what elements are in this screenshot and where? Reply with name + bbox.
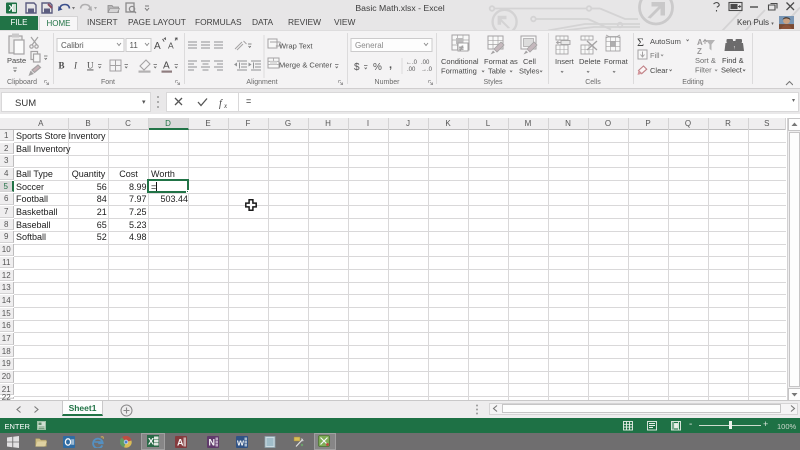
svg-text:Insert: Insert: [555, 57, 575, 66]
svg-text:f: f: [219, 99, 223, 110]
svg-text:B: B: [59, 61, 65, 71]
svg-text:AutoSum: AutoSum: [650, 37, 681, 46]
svg-text:Delete: Delete: [579, 57, 601, 66]
svg-text:Select: Select: [721, 66, 743, 75]
svg-text:U: U: [87, 61, 94, 71]
svg-text:%: %: [373, 62, 382, 73]
svg-text:A: A: [168, 41, 174, 51]
svg-text:A: A: [154, 41, 161, 52]
svg-text:X: X: [148, 437, 154, 447]
svg-text:←.0: ←.0: [406, 60, 418, 66]
svg-text:→.0: →.0: [421, 67, 433, 73]
svg-text:A: A: [163, 61, 170, 72]
svg-text:Z: Z: [697, 47, 702, 56]
svg-text:Wrap Text: Wrap Text: [279, 42, 313, 51]
svg-text:Merge & Center: Merge & Center: [279, 61, 332, 70]
svg-text:.00: .00: [407, 67, 416, 73]
svg-text:General: General: [355, 41, 384, 50]
svg-text:Formatting: Formatting: [441, 67, 477, 76]
svg-text:.00: .00: [421, 60, 430, 66]
svg-text:Fill: Fill: [650, 51, 660, 60]
svg-text:x: x: [223, 102, 228, 110]
svg-text:w: w: [236, 438, 245, 448]
svg-text:Clear: Clear: [650, 66, 668, 75]
svg-text:≠: ≠: [460, 46, 464, 53]
svg-text:Table: Table: [488, 67, 506, 76]
svg-text:Filter: Filter: [695, 66, 712, 75]
svg-text:Format as: Format as: [484, 57, 518, 66]
svg-text:Cell: Cell: [523, 57, 536, 66]
svg-text:Styles: Styles: [519, 67, 540, 76]
svg-text:X: X: [9, 4, 15, 13]
svg-text:Conditional: Conditional: [441, 57, 479, 66]
svg-text:N: N: [209, 438, 216, 448]
svg-text:Sort &: Sort &: [695, 56, 716, 65]
svg-text:Find &: Find &: [722, 56, 744, 65]
svg-text:Calibri: Calibri: [61, 41, 84, 50]
svg-text:A: A: [177, 438, 184, 448]
svg-text:Format: Format: [604, 57, 629, 66]
svg-text:$: $: [354, 62, 360, 73]
svg-text:,: ,: [389, 59, 392, 71]
svg-text:11: 11: [130, 41, 139, 50]
svg-text:I: I: [73, 61, 78, 71]
svg-text:A: A: [697, 38, 703, 47]
svg-text:Σ: Σ: [637, 35, 644, 49]
svg-text:Paste: Paste: [7, 56, 26, 65]
